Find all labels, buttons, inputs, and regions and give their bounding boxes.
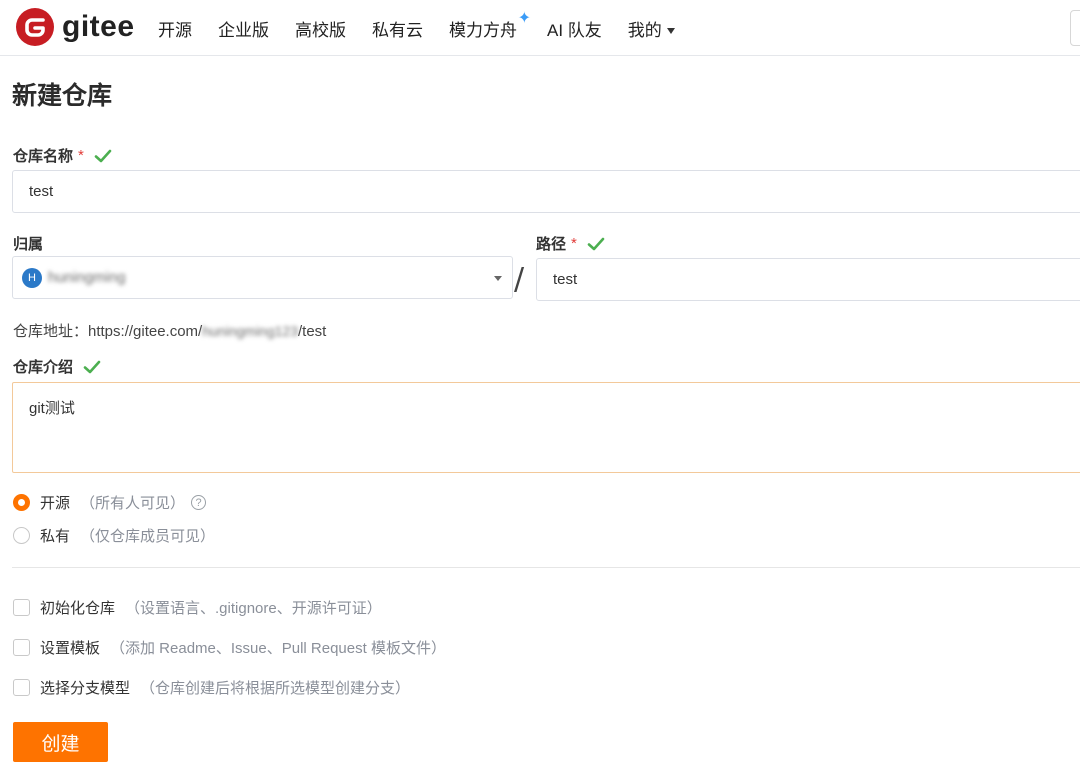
nav-item-moli-label: 模力方舟 — [449, 20, 517, 40]
option-branch-model[interactable]: 选择分支模型 （仓库创建后将根据所选模型创建分支） — [13, 677, 410, 698]
section-divider — [12, 567, 1080, 568]
nav-item-opensource[interactable]: 开源 — [158, 16, 192, 41]
sparkle-icon: ✦ — [517, 9, 531, 27]
nav-item-ai-teammate[interactable]: AI 队友 — [547, 16, 602, 41]
checkbox-branch-model[interactable] — [13, 679, 30, 696]
create-button[interactable]: 创建 — [13, 722, 108, 762]
description-label-text: 仓库介绍 — [13, 359, 74, 376]
option-template-hint: （添加 Readme、Issue、Pull Request 模板文件） — [110, 640, 446, 657]
description-value: git测试 — [29, 400, 75, 417]
required-mark: * — [78, 147, 84, 164]
option-branch-model-label: 选择分支模型 — [40, 680, 131, 697]
visibility-public-hint: （所有人可见） — [80, 495, 186, 512]
search-box-edge[interactable] — [1070, 10, 1080, 46]
path-separator: / — [514, 262, 525, 297]
valid-check-icon — [587, 237, 605, 250]
repo-url: 仓库地址：https://gitee.com/huningming123/tes… — [13, 320, 326, 341]
nav-me-label: 我的 — [627, 20, 662, 40]
radio-private[interactable] — [13, 527, 30, 544]
option-branch-model-hint: （仓库创建后将根据所选模型创建分支） — [140, 680, 411, 697]
nav-item-enterprise[interactable]: 企业版 — [218, 16, 269, 41]
visibility-private-label: 私有 — [40, 528, 71, 545]
gitee-logo-icon — [16, 8, 54, 46]
repo-name-input[interactable]: test — [12, 170, 1080, 213]
path-label: 路径 * — [536, 233, 605, 254]
nav-item-education[interactable]: 高校版 — [295, 16, 346, 41]
required-mark: * — [571, 235, 577, 252]
valid-check-icon — [83, 360, 101, 373]
top-navbar: gitee 开源 企业版 高校版 私有云 模力方舟 ✦ AI 队友 我的 — [0, 0, 1080, 56]
owner-label: 归属 — [13, 233, 43, 254]
visibility-private-option[interactable]: 私有 （仅仓库成员可见） — [13, 525, 215, 546]
repo-url-suffix: /test — [297, 323, 327, 340]
repo-url-prefix: 仓库地址：https://gitee.com/ — [13, 323, 203, 340]
description-label: 仓库介绍 — [13, 356, 101, 377]
owner-label-text: 归属 — [13, 236, 44, 253]
option-template[interactable]: 设置模板 （添加 Readme、Issue、Pull Request 模板文件） — [13, 637, 446, 658]
option-init-repo[interactable]: 初始化仓库 （设置语言、.gitignore、开源许可证） — [13, 597, 382, 618]
path-label-text: 路径 — [536, 236, 567, 253]
owner-name: huningming — [48, 269, 126, 286]
visibility-public-label: 开源 — [40, 495, 71, 512]
repo-name-label-text: 仓库名称 — [13, 148, 74, 165]
valid-check-icon — [94, 149, 112, 162]
repo-name-label: 仓库名称 * — [13, 145, 112, 166]
nav-item-private-cloud[interactable]: 私有云 — [372, 16, 423, 41]
visibility-private-hint: （仅仓库成员可见） — [80, 528, 216, 545]
repo-url-user: huningming123 — [202, 323, 298, 339]
owner-select[interactable]: H huningming — [12, 256, 513, 299]
main-nav: 开源 企业版 高校版 私有云 模力方舟 ✦ AI 队友 我的 — [158, 0, 701, 56]
visibility-public-option[interactable]: 开源 （所有人可见） ? — [13, 492, 207, 513]
brand-name: gitee — [62, 10, 135, 43]
option-init-repo-hint: （设置语言、.gitignore、开源许可证） — [125, 600, 382, 617]
nav-item-me-dropdown[interactable]: 我的 — [628, 16, 675, 41]
checkbox-init-repo[interactable] — [13, 599, 30, 616]
description-textarea[interactable]: git测试 — [12, 382, 1080, 473]
repo-name-value: test — [29, 183, 54, 200]
checkbox-template[interactable] — [13, 639, 30, 656]
gitee-logo[interactable]: gitee — [16, 8, 135, 46]
dropdown-arrow-icon — [494, 276, 502, 281]
radio-public[interactable] — [13, 494, 30, 511]
avatar: H — [22, 267, 42, 288]
option-template-label: 设置模板 — [40, 640, 101, 657]
option-init-repo-label: 初始化仓库 — [40, 600, 116, 617]
caret-down-icon — [666, 28, 675, 35]
path-value: test — [553, 271, 578, 288]
path-input[interactable]: test — [536, 258, 1080, 301]
nav-item-moli-fangzhou[interactable]: 模力方舟 ✦ — [449, 10, 531, 41]
help-icon[interactable]: ? — [191, 495, 207, 510]
page-title: 新建仓库 — [12, 82, 113, 110]
